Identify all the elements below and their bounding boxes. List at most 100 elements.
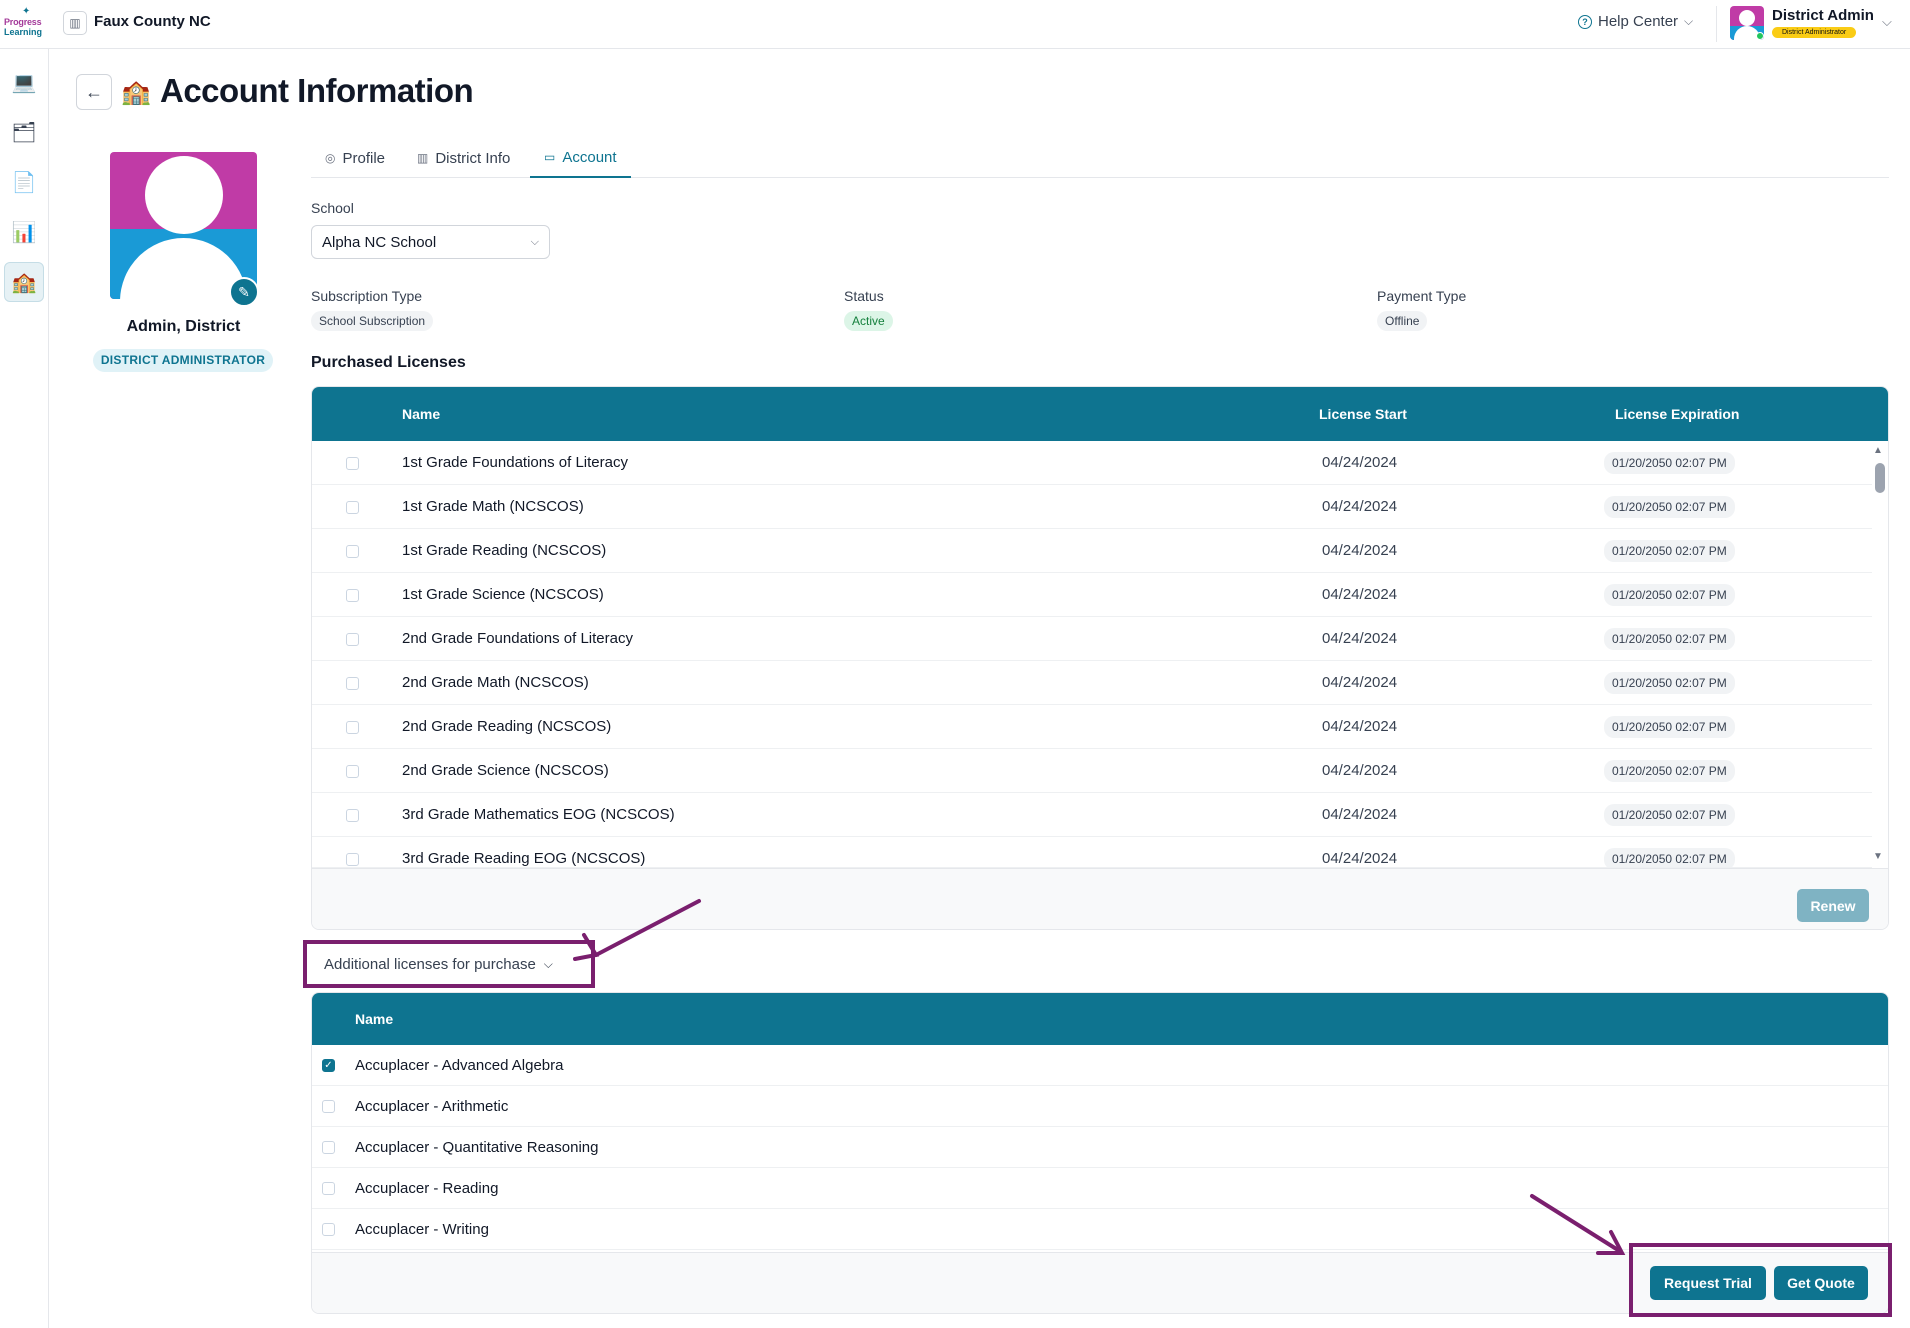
license-expiration: 01/20/2050 02:07 PM — [1604, 848, 1735, 867]
tab-account[interactable]: ▭ Account — [530, 138, 631, 178]
help-center-menu[interactable]: ? Help Center ⌵ — [1578, 13, 1693, 30]
subscription-type-badge: School Subscription — [311, 311, 434, 331]
license-expiration: 01/20/2050 02:07 PM — [1604, 584, 1735, 606]
license-name: Accuplacer - Arithmetic — [355, 1098, 509, 1115]
row-checkbox[interactable] — [346, 677, 359, 690]
table-row[interactable]: 2nd Grade Reading (NCSCOS) 04/24/2024 01… — [312, 705, 1872, 749]
table-row[interactable]: Accuplacer - Quantitative Reasoning — [312, 1127, 1888, 1168]
building-icon[interactable]: ▥ — [63, 11, 87, 35]
table-row[interactable]: 1st Grade Reading (NCSCOS) 04/24/2024 01… — [312, 529, 1872, 573]
table-row[interactable]: ✓ Accuplacer - Advanced Algebra — [312, 1045, 1888, 1086]
divider — [1716, 6, 1717, 42]
table-row[interactable]: 3rd Grade Mathematics EOG (NCSCOS) 04/24… — [312, 793, 1872, 837]
page-title: Account Information — [160, 72, 474, 109]
tab-label: Profile — [342, 149, 386, 167]
row-checkbox-checked[interactable]: ✓ — [322, 1059, 335, 1072]
table-row[interactable]: 1st Grade Math (NCSCOS) 04/24/2024 01/20… — [312, 485, 1872, 529]
school-icon[interactable]: 🏫 — [4, 262, 44, 302]
organization-name: Faux County NC — [94, 13, 211, 30]
folders-icon[interactable]: 🗂 — [4, 112, 44, 152]
license-name: 3rd Grade Reading EOG (NCSCOS) — [402, 850, 646, 867]
row-checkbox[interactable] — [346, 809, 359, 822]
report-icon[interactable]: 📄 — [4, 162, 44, 202]
license-start: 04/24/2024 — [1322, 454, 1398, 471]
table-header: Name — [312, 993, 1888, 1045]
column-header-license-expiration[interactable]: License Expiration — [1615, 406, 1739, 422]
table-row[interactable]: 3rd Grade Reading EOG (NCSCOS) 04/24/202… — [312, 837, 1872, 868]
purchased-licenses-table: Name License Start License Expiration 1s… — [311, 386, 1889, 930]
table-row[interactable]: 2nd Grade Foundations of Literacy 04/24/… — [312, 617, 1872, 661]
license-name: 2nd Grade Foundations of Literacy — [402, 630, 633, 647]
arrow-left-icon: ← — [85, 81, 103, 102]
chevron-down-icon: ⌵ — [530, 235, 539, 248]
license-start: 04/24/2024 — [1322, 542, 1398, 559]
license-start: 04/24/2024 — [1322, 850, 1398, 867]
logo-star-icon: ✦ — [22, 6, 31, 17]
back-button[interactable]: ← — [76, 74, 112, 110]
scrollbar-thumb[interactable] — [1875, 463, 1885, 493]
row-checkbox[interactable] — [322, 1141, 335, 1154]
license-expiration: 01/20/2050 02:07 PM — [1604, 496, 1735, 518]
scroll-up-arrow-icon[interactable]: ▲ — [1873, 445, 1883, 456]
status-badge: Active — [844, 311, 893, 331]
column-header-name[interactable]: Name — [355, 1011, 393, 1027]
license-expiration: 01/20/2050 02:07 PM — [1604, 628, 1735, 650]
column-header-name[interactable]: Name — [402, 406, 440, 422]
license-start: 04/24/2024 — [1322, 586, 1398, 603]
license-name: 3rd Grade Mathematics EOG (NCSCOS) — [402, 806, 675, 823]
user-name[interactable]: District Admin — [1772, 7, 1874, 24]
license-expiration: 01/20/2050 02:07 PM — [1604, 452, 1735, 474]
payment-type-label: Payment Type — [1377, 288, 1467, 304]
table-row[interactable]: 1st Grade Foundations of Literacy 04/24/… — [312, 441, 1872, 485]
row-checkbox[interactable] — [346, 853, 359, 866]
license-expiration: 01/20/2050 02:07 PM — [1604, 716, 1735, 738]
progress-learning-logo[interactable]: ✦ Progress Learning — [4, 6, 48, 40]
row-checkbox[interactable] — [346, 457, 359, 470]
analytics-icon[interactable]: 📊 — [4, 212, 44, 252]
edit-avatar-button[interactable]: ✎ — [229, 277, 259, 307]
license-start: 04/24/2024 — [1322, 630, 1398, 647]
row-checkbox[interactable] — [322, 1223, 335, 1236]
scroll-down-arrow-icon[interactable]: ▼ — [1873, 851, 1883, 862]
table-row[interactable]: 2nd Grade Math (NCSCOS) 04/24/2024 01/20… — [312, 661, 1872, 705]
license-start: 04/24/2024 — [1322, 762, 1398, 779]
license-name: 1st Grade Reading (NCSCOS) — [402, 542, 607, 559]
row-checkbox[interactable] — [346, 589, 359, 602]
renew-button[interactable]: Renew — [1797, 889, 1869, 922]
help-center-label: Help Center — [1598, 13, 1679, 30]
tab-profile[interactable]: ◎ Profile — [311, 138, 399, 178]
row-checkbox[interactable] — [346, 721, 359, 734]
tab-label: District Info — [435, 149, 511, 167]
status-label: Status — [844, 288, 884, 304]
account-tabs: ◎ Profile ▥ District Info ▭ Account — [311, 138, 1889, 178]
column-header-license-start[interactable]: License Start — [1319, 406, 1407, 422]
school-select[interactable]: Alpha NC School ⌵ — [311, 225, 550, 259]
license-start: 04/24/2024 — [1322, 806, 1398, 823]
annotation-box-action-buttons — [1629, 1243, 1892, 1317]
school-icon: 🏫 — [121, 79, 151, 106]
license-name: 2nd Grade Reading (NCSCOS) — [402, 718, 612, 735]
tab-label: Account — [562, 148, 617, 166]
tab-district-info[interactable]: ▥ District Info — [403, 138, 524, 178]
table-row[interactable]: Accuplacer - Reading — [312, 1168, 1888, 1209]
school-label: School — [311, 200, 354, 216]
row-checkbox[interactable] — [322, 1100, 335, 1113]
table-row[interactable]: 2nd Grade Science (NCSCOS) 04/24/2024 01… — [312, 749, 1872, 793]
user-avatar[interactable] — [1730, 6, 1764, 40]
license-name: Accuplacer - Reading — [355, 1180, 499, 1197]
row-checkbox[interactable] — [346, 501, 359, 514]
row-checkbox[interactable] — [346, 633, 359, 646]
license-name: Accuplacer - Writing — [355, 1221, 489, 1238]
building-icon: ▥ — [417, 151, 429, 165]
user-circle-icon: ◎ — [325, 151, 336, 165]
subscription-type-label: Subscription Type — [311, 288, 423, 304]
row-checkbox[interactable] — [322, 1182, 335, 1195]
logo-text-line2: Learning — [4, 27, 43, 37]
row-checkbox[interactable] — [346, 545, 359, 558]
user-menu-chevron-icon[interactable]: ⌵ — [1882, 14, 1892, 30]
row-checkbox[interactable] — [346, 765, 359, 778]
help-icon: ? — [1578, 14, 1592, 29]
laptop-icon[interactable]: 💻 — [4, 62, 44, 102]
table-row[interactable]: 1st Grade Science (NCSCOS) 04/24/2024 01… — [312, 573, 1872, 617]
table-row[interactable]: Accuplacer - Arithmetic — [312, 1086, 1888, 1127]
